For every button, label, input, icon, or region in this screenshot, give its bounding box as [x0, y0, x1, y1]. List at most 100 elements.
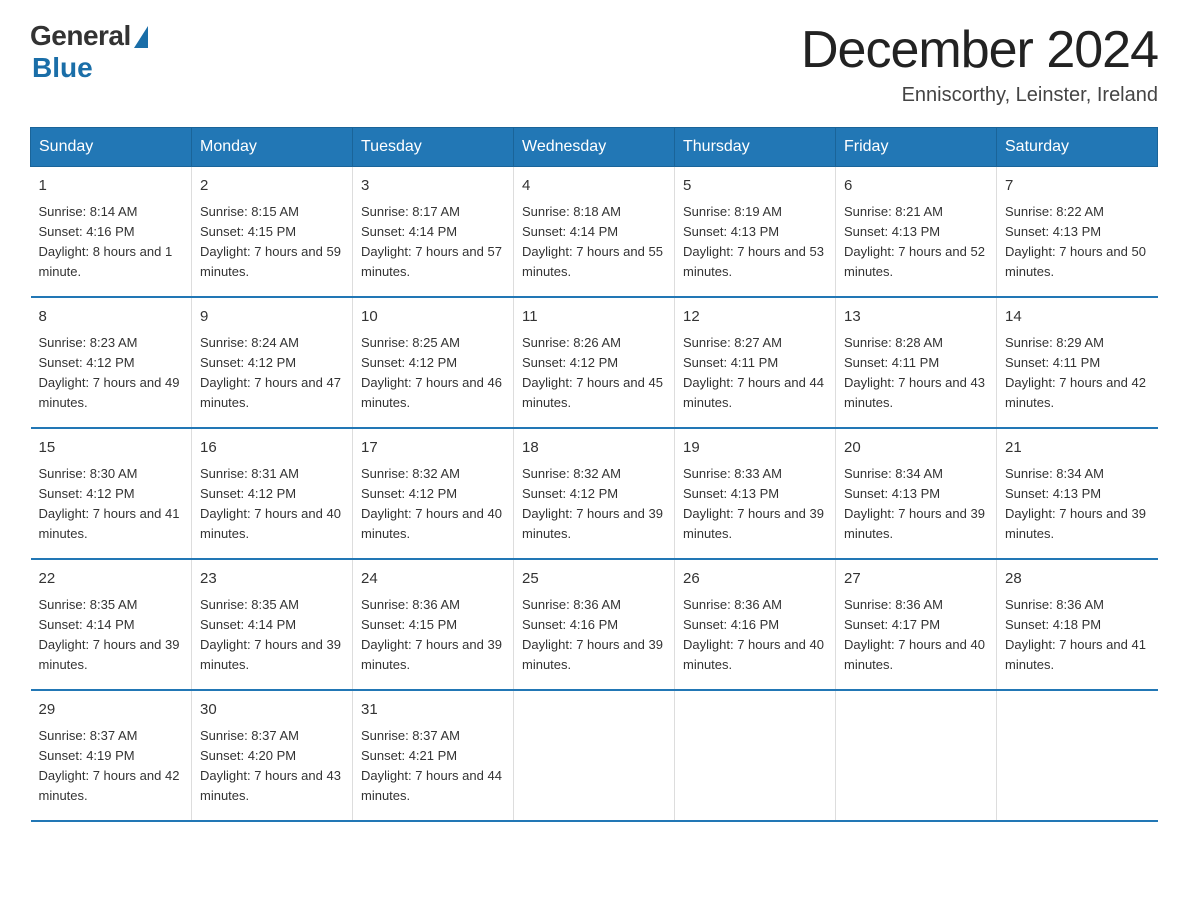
day-info: Sunrise: 8:15 AMSunset: 4:15 PMDaylight:… [200, 204, 341, 279]
calendar-cell: 14 Sunrise: 8:29 AMSunset: 4:11 PMDaylig… [997, 297, 1158, 428]
day-number: 31 [361, 699, 505, 722]
page-header: General Blue December 2024 Enniscorthy, … [30, 20, 1158, 107]
day-number: 25 [522, 568, 666, 591]
day-number: 19 [683, 437, 827, 460]
calendar-cell [836, 690, 997, 821]
day-info: Sunrise: 8:36 AMSunset: 4:18 PMDaylight:… [1005, 597, 1146, 672]
day-number: 7 [1005, 175, 1150, 198]
calendar-cell: 11 Sunrise: 8:26 AMSunset: 4:12 PMDaylig… [514, 297, 675, 428]
logo-triangle-icon [134, 26, 148, 48]
calendar-cell: 26 Sunrise: 8:36 AMSunset: 4:16 PMDaylig… [675, 559, 836, 690]
weekday-header-thursday: Thursday [675, 128, 836, 167]
day-number: 22 [39, 568, 184, 591]
day-number: 20 [844, 437, 988, 460]
calendar-week-row: 1 Sunrise: 8:14 AMSunset: 4:16 PMDayligh… [31, 167, 1158, 298]
calendar-cell: 23 Sunrise: 8:35 AMSunset: 4:14 PMDaylig… [192, 559, 353, 690]
day-number: 1 [39, 175, 184, 198]
day-number: 3 [361, 175, 505, 198]
title-area: December 2024 Enniscorthy, Leinster, Ire… [801, 20, 1158, 107]
day-info: Sunrise: 8:37 AMSunset: 4:20 PMDaylight:… [200, 728, 341, 803]
day-number: 2 [200, 175, 344, 198]
calendar-cell: 20 Sunrise: 8:34 AMSunset: 4:13 PMDaylig… [836, 428, 997, 559]
day-info: Sunrise: 8:36 AMSunset: 4:16 PMDaylight:… [522, 597, 663, 672]
calendar-table: SundayMondayTuesdayWednesdayThursdayFrid… [30, 127, 1158, 822]
day-info: Sunrise: 8:22 AMSunset: 4:13 PMDaylight:… [1005, 204, 1146, 279]
calendar-cell [514, 690, 675, 821]
day-info: Sunrise: 8:26 AMSunset: 4:12 PMDaylight:… [522, 335, 663, 410]
day-number: 18 [522, 437, 666, 460]
calendar-cell: 19 Sunrise: 8:33 AMSunset: 4:13 PMDaylig… [675, 428, 836, 559]
day-number: 21 [1005, 437, 1150, 460]
calendar-week-row: 15 Sunrise: 8:30 AMSunset: 4:12 PMDaylig… [31, 428, 1158, 559]
day-number: 17 [361, 437, 505, 460]
day-number: 12 [683, 306, 827, 329]
day-number: 26 [683, 568, 827, 591]
day-info: Sunrise: 8:36 AMSunset: 4:17 PMDaylight:… [844, 597, 985, 672]
day-number: 9 [200, 306, 344, 329]
day-info: Sunrise: 8:34 AMSunset: 4:13 PMDaylight:… [1005, 466, 1146, 541]
calendar-cell: 24 Sunrise: 8:36 AMSunset: 4:15 PMDaylig… [353, 559, 514, 690]
calendar-cell: 5 Sunrise: 8:19 AMSunset: 4:13 PMDayligh… [675, 167, 836, 298]
day-info: Sunrise: 8:17 AMSunset: 4:14 PMDaylight:… [361, 204, 502, 279]
weekday-header-row: SundayMondayTuesdayWednesdayThursdayFrid… [31, 128, 1158, 167]
calendar-cell: 21 Sunrise: 8:34 AMSunset: 4:13 PMDaylig… [997, 428, 1158, 559]
day-info: Sunrise: 8:27 AMSunset: 4:11 PMDaylight:… [683, 335, 824, 410]
day-info: Sunrise: 8:33 AMSunset: 4:13 PMDaylight:… [683, 466, 824, 541]
day-number: 24 [361, 568, 505, 591]
day-number: 29 [39, 699, 184, 722]
calendar-cell: 9 Sunrise: 8:24 AMSunset: 4:12 PMDayligh… [192, 297, 353, 428]
logo: General Blue [30, 20, 148, 84]
day-number: 13 [844, 306, 988, 329]
calendar-cell: 15 Sunrise: 8:30 AMSunset: 4:12 PMDaylig… [31, 428, 192, 559]
calendar-cell: 16 Sunrise: 8:31 AMSunset: 4:12 PMDaylig… [192, 428, 353, 559]
day-info: Sunrise: 8:23 AMSunset: 4:12 PMDaylight:… [39, 335, 180, 410]
day-number: 6 [844, 175, 988, 198]
day-info: Sunrise: 8:37 AMSunset: 4:19 PMDaylight:… [39, 728, 180, 803]
month-title: December 2024 [801, 20, 1158, 80]
calendar-cell: 27 Sunrise: 8:36 AMSunset: 4:17 PMDaylig… [836, 559, 997, 690]
calendar-cell: 12 Sunrise: 8:27 AMSunset: 4:11 PMDaylig… [675, 297, 836, 428]
day-number: 23 [200, 568, 344, 591]
day-info: Sunrise: 8:31 AMSunset: 4:12 PMDaylight:… [200, 466, 341, 541]
location-title: Enniscorthy, Leinster, Ireland [801, 84, 1158, 107]
day-number: 30 [200, 699, 344, 722]
day-number: 14 [1005, 306, 1150, 329]
calendar-week-row: 22 Sunrise: 8:35 AMSunset: 4:14 PMDaylig… [31, 559, 1158, 690]
day-info: Sunrise: 8:28 AMSunset: 4:11 PMDaylight:… [844, 335, 985, 410]
day-info: Sunrise: 8:32 AMSunset: 4:12 PMDaylight:… [361, 466, 502, 541]
calendar-cell: 18 Sunrise: 8:32 AMSunset: 4:12 PMDaylig… [514, 428, 675, 559]
day-info: Sunrise: 8:19 AMSunset: 4:13 PMDaylight:… [683, 204, 824, 279]
logo-blue-text: Blue [32, 52, 93, 84]
day-info: Sunrise: 8:18 AMSunset: 4:14 PMDaylight:… [522, 204, 663, 279]
day-number: 16 [200, 437, 344, 460]
day-info: Sunrise: 8:21 AMSunset: 4:13 PMDaylight:… [844, 204, 985, 279]
day-info: Sunrise: 8:35 AMSunset: 4:14 PMDaylight:… [200, 597, 341, 672]
day-number: 4 [522, 175, 666, 198]
calendar-cell: 2 Sunrise: 8:15 AMSunset: 4:15 PMDayligh… [192, 167, 353, 298]
weekday-header-saturday: Saturday [997, 128, 1158, 167]
day-info: Sunrise: 8:34 AMSunset: 4:13 PMDaylight:… [844, 466, 985, 541]
weekday-header-friday: Friday [836, 128, 997, 167]
calendar-cell: 13 Sunrise: 8:28 AMSunset: 4:11 PMDaylig… [836, 297, 997, 428]
calendar-cell: 31 Sunrise: 8:37 AMSunset: 4:21 PMDaylig… [353, 690, 514, 821]
weekday-header-sunday: Sunday [31, 128, 192, 167]
calendar-cell: 25 Sunrise: 8:36 AMSunset: 4:16 PMDaylig… [514, 559, 675, 690]
calendar-cell [675, 690, 836, 821]
calendar-cell: 6 Sunrise: 8:21 AMSunset: 4:13 PMDayligh… [836, 167, 997, 298]
day-number: 5 [683, 175, 827, 198]
day-info: Sunrise: 8:24 AMSunset: 4:12 PMDaylight:… [200, 335, 341, 410]
calendar-cell: 3 Sunrise: 8:17 AMSunset: 4:14 PMDayligh… [353, 167, 514, 298]
calendar-cell: 30 Sunrise: 8:37 AMSunset: 4:20 PMDaylig… [192, 690, 353, 821]
calendar-cell: 29 Sunrise: 8:37 AMSunset: 4:19 PMDaylig… [31, 690, 192, 821]
calendar-cell: 8 Sunrise: 8:23 AMSunset: 4:12 PMDayligh… [31, 297, 192, 428]
calendar-cell [997, 690, 1158, 821]
day-info: Sunrise: 8:29 AMSunset: 4:11 PMDaylight:… [1005, 335, 1146, 410]
weekday-header-wednesday: Wednesday [514, 128, 675, 167]
calendar-cell: 1 Sunrise: 8:14 AMSunset: 4:16 PMDayligh… [31, 167, 192, 298]
day-info: Sunrise: 8:36 AMSunset: 4:15 PMDaylight:… [361, 597, 502, 672]
calendar-cell: 7 Sunrise: 8:22 AMSunset: 4:13 PMDayligh… [997, 167, 1158, 298]
day-info: Sunrise: 8:32 AMSunset: 4:12 PMDaylight:… [522, 466, 663, 541]
day-number: 28 [1005, 568, 1150, 591]
calendar-cell: 17 Sunrise: 8:32 AMSunset: 4:12 PMDaylig… [353, 428, 514, 559]
day-number: 8 [39, 306, 184, 329]
